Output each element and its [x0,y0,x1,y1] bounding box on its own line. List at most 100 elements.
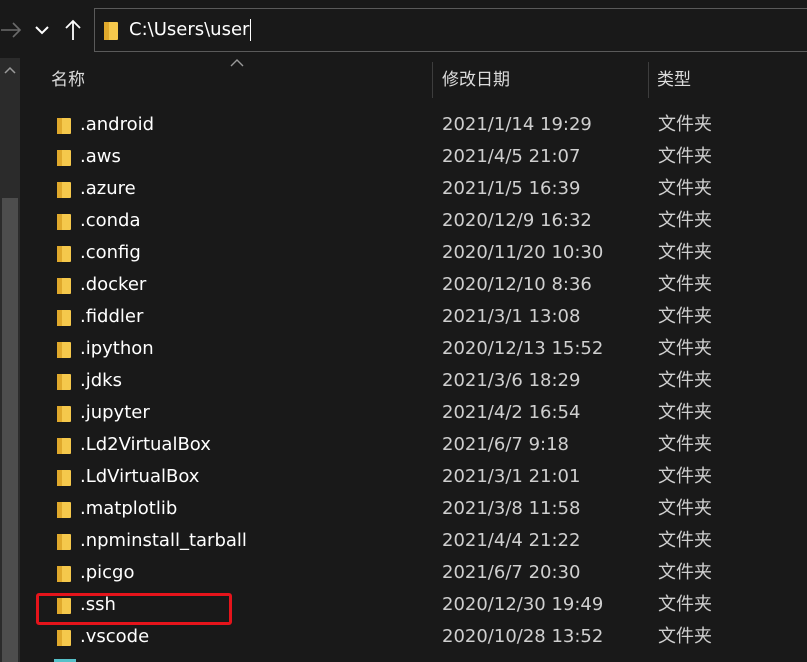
file-row[interactable]: .fiddler 2021/3/1 13:08 文件夹 [22,301,807,333]
file-modified-date: 2021/4/4 21:22 [442,530,581,551]
file-name[interactable]: .npminstall_tarball [80,525,247,557]
column-header-name[interactable]: 名称 [51,58,431,102]
folder-icon [57,470,71,486]
file-name[interactable]: .docker [80,269,146,301]
file-name[interactable]: .ipython [80,333,154,365]
address-toolbar: C:\Users\user [0,0,807,58]
file-type: 文件夹 [658,562,712,583]
file-row[interactable]: .jdks 2021/3/6 18:29 文件夹 [22,365,807,397]
file-row[interactable]: .ssh 2020/12/30 19:49 文件夹 [22,589,807,621]
file-type: 文件夹 [658,626,712,647]
column-header-type[interactable]: 类型 [657,58,807,102]
file-row[interactable]: .jupyter 2021/4/2 16:54 文件夹 [22,397,807,429]
file-type: 文件夹 [658,274,712,295]
file-type: 文件夹 [658,466,712,487]
file-type: 文件夹 [658,178,712,199]
file-modified-date: 2020/12/10 8:36 [442,274,592,295]
file-name[interactable]: .picgo [80,557,134,589]
file-name[interactable]: .fiddler [80,301,143,333]
column-header-row: 名称 修改日期 类型 [22,58,807,102]
folder-icon [57,502,71,518]
file-row[interactable]: .vscode 2020/10/28 13:52 文件夹 [22,621,807,653]
address-bar[interactable]: C:\Users\user [94,8,807,52]
file-modified-date: 2021/1/5 16:39 [442,178,581,199]
file-modified-date: 2021/4/2 16:54 [442,402,581,423]
column-divider[interactable] [648,62,649,98]
recent-locations-button[interactable] [30,14,54,46]
file-name[interactable]: .conda [80,205,141,237]
folder-icon [57,246,71,262]
file-type: 文件夹 [658,594,712,615]
file-modified-date: 2021/3/1 21:01 [442,466,581,487]
file-name[interactable]: .android [80,109,154,141]
file-name[interactable]: .aws [80,141,121,173]
folder-icon [57,278,71,294]
scrollbar-thumb[interactable] [2,198,18,662]
folder-icon [57,342,71,358]
file-explorer-window: C:\Users\user 名称 修改日期 类型 .android 2021/1/… [0,0,807,662]
folder-icon [57,374,71,390]
file-type: 文件夹 [658,210,712,231]
folder-icon [57,118,71,134]
file-row[interactable]: .npminstall_tarball 2021/4/4 21:22 文件夹 [22,525,807,557]
file-modified-date: 2021/4/5 21:07 [442,146,581,167]
folder-icon [57,406,71,422]
file-type: 文件夹 [658,146,712,167]
folder-icon [57,598,71,614]
file-name[interactable]: .ssh [80,589,116,621]
file-type: 文件夹 [658,402,712,423]
file-modified-date: 2020/11/20 10:30 [442,242,604,263]
file-name[interactable]: .Ld2VirtualBox [80,429,211,461]
file-name[interactable]: .azure [80,173,136,205]
folder-icon [57,214,71,230]
folder-icon [57,566,71,582]
scroll-up-icon[interactable] [4,66,16,74]
folder-icon [57,630,71,646]
file-type: 文件夹 [658,530,712,551]
chevron-down-icon [35,26,49,35]
file-name[interactable]: .jupyter [80,397,150,429]
file-modified-date: 2021/3/6 18:29 [442,370,581,391]
navigation-scrollbar[interactable] [0,58,20,662]
forward-button[interactable] [0,14,24,46]
file-name[interactable]: .LdVirtualBox [80,461,199,493]
file-type: 文件夹 [658,498,712,519]
file-type: 文件夹 [658,370,712,391]
file-row[interactable]: .docker 2020/12/10 8:36 文件夹 [22,269,807,301]
column-divider[interactable] [432,62,433,98]
file-rows: .android 2021/1/14 19:29 文件夹 .aws 2021/4/5 2… [22,109,807,653]
file-row[interactable]: .config 2020/11/20 10:30 文件夹 [22,237,807,269]
file-row[interactable]: .LdVirtualBox 2021/3/1 21:01 文件夹 [22,461,807,493]
file-row[interactable]: .conda 2020/12/9 16:32 文件夹 [22,205,807,237]
file-row[interactable]: .ipython 2020/12/13 15:52 文件夹 [22,333,807,365]
file-type: 文件夹 [658,306,712,327]
file-modified-date: 2021/6/7 9:18 [442,434,569,455]
file-name[interactable]: .jdks [80,365,122,397]
file-type: 文件夹 [658,434,712,455]
file-modified-date: 2021/3/8 11:58 [442,498,581,519]
file-row[interactable]: .matplotlib 2021/3/8 11:58 文件夹 [22,493,807,525]
folder-icon [57,438,71,454]
file-row[interactable]: .Ld2VirtualBox 2021/6/7 9:18 文件夹 [22,429,807,461]
file-name[interactable]: .vscode [80,621,149,653]
address-path[interactable]: C:\Users\user [129,19,252,41]
arrow-right-icon [1,22,22,38]
file-modified-date: 2021/1/14 19:29 [442,114,592,135]
file-modified-date: 2020/12/30 19:49 [442,594,604,615]
file-modified-date: 2020/12/9 16:32 [442,210,592,231]
file-name[interactable]: .config [80,237,141,269]
file-row[interactable]: .aws 2021/4/5 21:07 文件夹 [22,141,807,173]
folder-icon [57,182,71,198]
file-row[interactable]: .picgo 2021/6/7 20:30 文件夹 [22,557,807,589]
folder-icon [57,534,71,550]
folder-icon [103,21,119,45]
file-row[interactable]: .android 2021/1/14 19:29 文件夹 [22,109,807,141]
file-name[interactable]: .matplotlib [80,493,177,525]
folder-icon [57,310,71,326]
file-type: 文件夹 [658,114,712,135]
file-modified-date: 2020/12/13 15:52 [442,338,604,359]
up-button[interactable] [60,14,86,46]
navigation-pane [0,58,22,662]
file-row[interactable]: .azure 2021/1/5 16:39 文件夹 [22,173,807,205]
column-header-date[interactable]: 修改日期 [442,58,648,102]
